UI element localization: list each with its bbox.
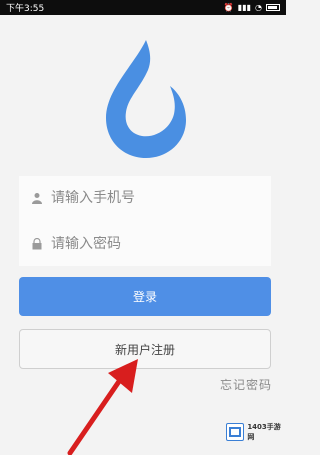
status-time: 下午3:55 [6, 4, 45, 14]
user-icon [31, 192, 43, 204]
password-input-row [19, 222, 271, 266]
alarm-icon: ⏰ [223, 2, 234, 12]
lock-icon [31, 238, 43, 250]
forgot-password-link[interactable]: 忘记密码 [220, 376, 272, 393]
password-input[interactable] [51, 236, 251, 252]
status-bar: 下午3:55 ⏰ ▮▮▮ ◔ [0, 0, 286, 15]
app-logo [106, 40, 186, 158]
signal-icon: ▮▮▮ [237, 2, 252, 12]
status-icons: ⏰ ▮▮▮ ◔ [223, 2, 280, 12]
login-input-panel [19, 176, 271, 266]
watermark-logo-icon [226, 423, 245, 441]
phone-input[interactable] [51, 190, 251, 206]
phone-input-row [19, 176, 271, 220]
register-button[interactable]: 新用户注册 [19, 329, 271, 369]
watermark-text: 1403手游网 [247, 423, 281, 441]
battery-icon [266, 4, 280, 11]
site-watermark: 1403手游网 [226, 420, 284, 444]
login-button[interactable]: 登录 [19, 277, 271, 316]
red-arrow-annotation [67, 359, 138, 455]
wifi-icon: ◔ [255, 2, 262, 12]
